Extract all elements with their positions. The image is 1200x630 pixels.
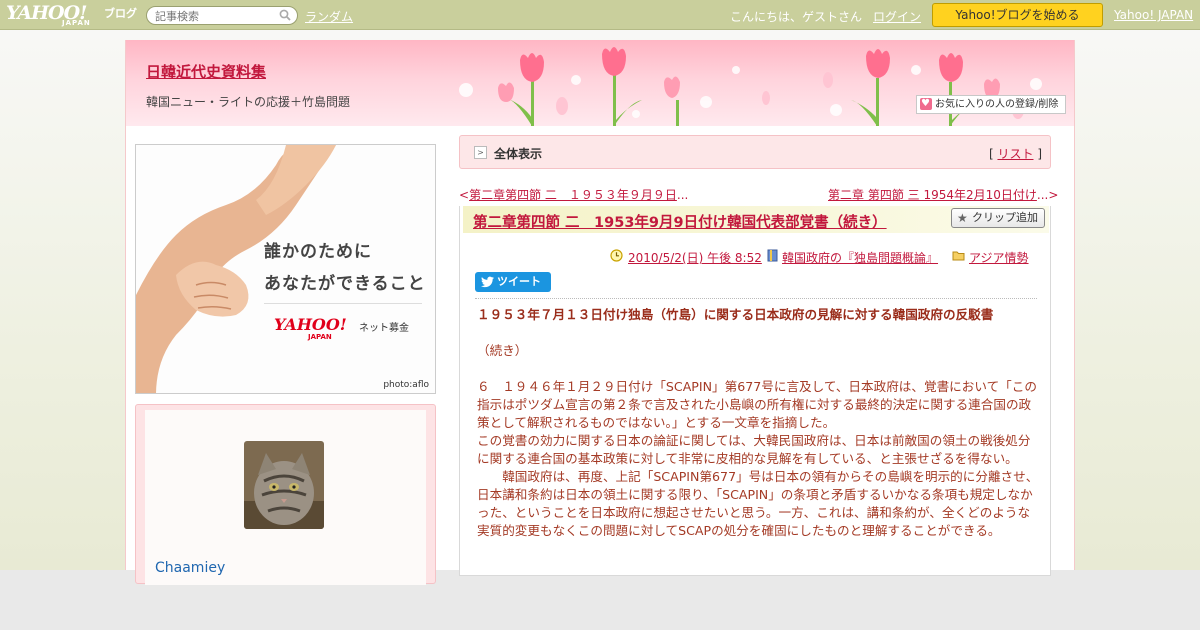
yahoo-blog-logo[interactable]: YAHOO! JAPAN ブログ — [6, 2, 140, 28]
profile-panel: Chaamiey — [135, 404, 436, 585]
article-paragraph-2: この覚書の効力に関する日本の論証に関しては、大韓民国政府は、日本は前敵国の領土の… — [477, 433, 1031, 466]
banner-photo-credit: photo:aflo — [383, 380, 429, 390]
article-divider — [475, 298, 1037, 299]
list-link[interactable]: リスト — [997, 147, 1033, 161]
prev-article-title: 第二章第四節 二 １９５３年９月９日 — [469, 188, 677, 202]
article-category[interactable]: 韓国政府の『独島問題概論』 — [782, 249, 938, 266]
search-icon[interactable] — [279, 9, 291, 21]
folder-icon — [952, 251, 965, 261]
favorite-register-label: お気に入りの人の登録/削除 — [935, 99, 1059, 110]
prev-arrow: < — [459, 188, 470, 202]
banner-text-line2: あなたができること — [264, 274, 426, 294]
next-ellipsis: ... — [1036, 188, 1049, 202]
yahoo-japan-link[interactable]: Yahoo! JAPAN — [1114, 8, 1193, 22]
profile-inner: Chaamiey — [145, 410, 426, 585]
all-view-bar: > 全体表示 [ リスト ] — [459, 135, 1051, 169]
heart-icon — [920, 95, 932, 112]
list-bracket-close: ] — [1037, 147, 1042, 161]
next-arrow: > — [1048, 188, 1059, 202]
next-article-title: 第二章 第四節 三 1954年2月10日付け — [828, 188, 1037, 202]
banner-text-line1: 誰かのために — [264, 242, 372, 262]
profile-name[interactable]: Chaamiey — [155, 560, 225, 576]
all-view-label[interactable]: 全体表示 — [494, 145, 542, 162]
blog-title[interactable]: 日韓近代史資料集 — [146, 61, 266, 82]
greeting-text: こんにちは、ゲストさん — [730, 10, 863, 24]
top-bar: YAHOO! JAPAN ブログ ランダム こんにちは、ゲストさん ログイン Y… — [0, 0, 1200, 30]
next-article-link[interactable]: 第二章 第四節 三 1954年2月10日付け...> — [828, 186, 1058, 203]
banner-net-bokin: ネット募金 — [359, 323, 409, 334]
blog-description: 韓国ニュー・ライトの応援＋竹島問題 — [146, 95, 351, 109]
donation-banner[interactable]: 誰かのために あなたができること YAHOO! JAPAN ネット募金 phot… — [135, 144, 436, 394]
article-paragraph-1: ６ １９４６年１月２９日付け「SCAPIN」第677号に言及して、日本政府は、覚… — [477, 379, 1037, 430]
banner-yahoo-logo: YAHOO! — [274, 315, 347, 334]
article-continued: （続き） — [477, 343, 528, 358]
clock-icon — [610, 249, 623, 262]
favorite-register-button[interactable]: お気に入りの人の登録/削除 — [916, 95, 1066, 114]
search-input[interactable] — [155, 9, 275, 23]
article-date[interactable]: 2010/5/2(日) 午後 8:52 — [628, 249, 762, 266]
list-bracket-open: [ — [988, 147, 994, 161]
article-heading: １９５３年７月１３日付け独島（竹島）に関する日本政府の見解に対する韓国政府の反駁… — [477, 307, 994, 322]
logo-japan: JAPAN — [62, 19, 91, 27]
article-folder[interactable]: アジア情勢 — [969, 249, 1029, 266]
article-paragraph-3: 韓国政府は、再度、上記「SCAPIN第677」号は日本の領有からその島嶼を明示的… — [477, 469, 1039, 538]
blog-header: 日韓近代史資料集 韓国ニュー・ライトの応援＋竹島問題 お気に入りの人の登録/削除 — [126, 40, 1074, 126]
search-box — [146, 6, 298, 25]
clip-add-label: クリップ追加 — [972, 211, 1038, 224]
tweet-button[interactable]: ツイート — [475, 272, 551, 292]
expand-icon: > — [474, 146, 487, 159]
logo-blog: ブログ — [104, 7, 137, 20]
tweet-label: ツイート — [497, 275, 541, 288]
twitter-bird-icon — [481, 276, 494, 288]
clip-add-button[interactable]: ★ クリップ追加 — [951, 208, 1045, 228]
banner-yahoo-japan: JAPAN — [308, 333, 332, 341]
banner-divider — [264, 303, 422, 304]
book-icon — [767, 249, 778, 262]
random-link[interactable]: ランダム — [305, 8, 353, 25]
prev-ellipsis: ... — [676, 188, 689, 202]
article-body: １９５３年７月１３日付け独島（竹島）に関する日本政府の見解に対する韓国政府の反駁… — [477, 306, 1039, 540]
avatar[interactable] — [244, 441, 324, 529]
article-header: 第二章第四節 二 1953年9月9日付け韓国代表部覚書（続き） ★ クリップ追加 — [463, 206, 1049, 233]
blog-container: 日韓近代史資料集 韓国ニュー・ライトの応援＋竹島問題 お気に入りの人の登録/削除… — [125, 40, 1075, 585]
prev-article-link[interactable]: <第二章第四節 二 １９５３年９月９日... — [459, 186, 688, 203]
star-icon: ★ — [957, 211, 968, 225]
start-blog-button[interactable]: Yahoo!ブログを始める — [932, 3, 1103, 27]
login-link[interactable]: ログイン — [873, 8, 921, 25]
list-toggle: [ リスト ] — [989, 145, 1042, 162]
article-panel: 第二章第四節 二 1953年9月9日付け韓国代表部覚書（続き） ★ クリップ追加… — [459, 206, 1051, 576]
article-title[interactable]: 第二章第四節 二 1953年9月9日付け韓国代表部覚書（続き） — [473, 211, 887, 232]
